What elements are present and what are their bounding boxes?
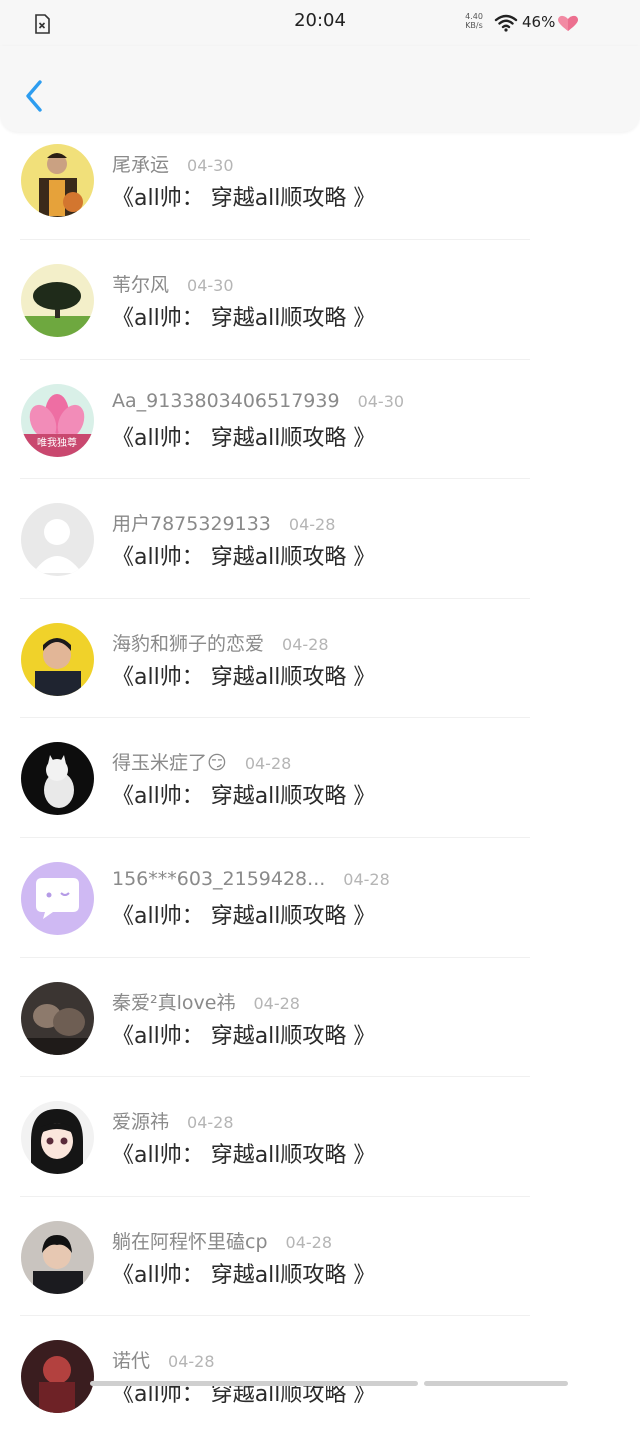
username-text: 156***603_2159428... bbox=[112, 867, 326, 890]
book-title: 《all帅： 穿越all顺攻略 》 bbox=[112, 664, 376, 690]
list-item[interactable]: 秦爱²真love祎 04-28 《all帅： 穿越all顺攻略 》 bbox=[0, 958, 640, 1078]
username-text: Aa_9133803406517939 bbox=[112, 389, 340, 412]
book-title: 《all帅： 穿越all顺攻略 》 bbox=[112, 1023, 376, 1049]
username: 尾承运 04-30 bbox=[112, 150, 234, 177]
battery-percent: 46% bbox=[522, 13, 556, 31]
home-indicator-left bbox=[90, 1381, 418, 1386]
username-text: 用户7875329133 bbox=[112, 513, 271, 536]
avatar[interactable] bbox=[21, 1101, 94, 1175]
post-date: 04-28 bbox=[288, 515, 336, 535]
back-button[interactable] bbox=[18, 76, 52, 116]
username: 诺代 04-28 bbox=[112, 1346, 215, 1373]
username: 秦爱²真love祎 04-28 bbox=[112, 988, 300, 1015]
avatar[interactable]: 唯我独尊 bbox=[21, 383, 94, 457]
list-item[interactable]: 诺代 04-28 《all帅： 穿越all顺攻略 》 bbox=[0, 1316, 640, 1436]
username: 156***603_2159428... 04-28 bbox=[112, 868, 390, 890]
post-date: 04-28 bbox=[187, 1113, 234, 1133]
username: 得玉米症了😏 04-28 bbox=[112, 748, 291, 775]
post-date: 04-30 bbox=[187, 156, 234, 175]
avatar[interactable] bbox=[21, 503, 94, 577]
wifi-icon bbox=[494, 14, 518, 32]
username: 躺在阿程怀里磕cp 04-28 bbox=[112, 1227, 332, 1254]
username-text: 尾承运 bbox=[112, 154, 170, 176]
avatar[interactable] bbox=[21, 1220, 94, 1294]
book-title: 《all帅： 穿越all顺攻略 》 bbox=[112, 903, 376, 929]
book-title: 《all帅： 穿越all顺攻略 》 bbox=[112, 784, 376, 810]
list-item[interactable]: 尾承运 04-30 《all帅： 穿越all顺攻略 》 bbox=[0, 132, 640, 240]
avatar[interactable] bbox=[21, 144, 94, 217]
post-date: 04-28 bbox=[253, 993, 300, 1013]
network-speed: 4.40 KB/s bbox=[462, 12, 486, 30]
network-speed-value: 4.40 bbox=[465, 12, 483, 21]
status-bar: 20:04 4.40 KB/s 46% bbox=[0, 0, 640, 46]
book-title: 《all帅： 穿越all顺攻略 》 bbox=[112, 306, 376, 331]
chevron-left-icon bbox=[26, 80, 42, 112]
avatar[interactable] bbox=[21, 861, 94, 935]
book-title: 《all帅： 穿越all顺攻略 》 bbox=[112, 545, 376, 571]
list-item[interactable]: 唯我独尊 Aa_9133803406517939 04-30 《all帅： 穿越a… bbox=[0, 360, 640, 480]
username: 海豹和狮子的恋爱 04-28 bbox=[112, 629, 329, 656]
username-text: 爱源祎 bbox=[112, 1111, 170, 1134]
username: Aa_9133803406517939 04-30 bbox=[112, 390, 404, 412]
list-item[interactable]: 爱源祎 04-28 《all帅： 穿越all顺攻略 》 bbox=[0, 1077, 640, 1197]
avatar-caption: 唯我独尊 bbox=[37, 436, 77, 449]
avatar[interactable] bbox=[21, 264, 94, 337]
network-speed-unit: KB/s bbox=[465, 21, 483, 30]
username: 爱源祎 04-28 bbox=[112, 1107, 234, 1134]
avatar[interactable] bbox=[21, 1340, 94, 1414]
avatar[interactable] bbox=[21, 981, 94, 1055]
username-text: 海豹和狮子的恋爱 bbox=[112, 632, 265, 655]
book-title: 《all帅： 穿越all顺攻略 》 bbox=[112, 1143, 376, 1169]
username-text: 苇尔风 bbox=[112, 274, 170, 296]
post-date: 04-30 bbox=[357, 391, 405, 411]
header-bar bbox=[0, 46, 640, 132]
username-text: 躺在阿程怀里磕cp bbox=[112, 1230, 268, 1253]
post-date: 04-28 bbox=[244, 754, 292, 774]
list-item[interactable]: 躺在阿程怀里磕cp 04-28 《all帅： 穿越all顺攻略 》 bbox=[0, 1197, 640, 1317]
post-date: 04-28 bbox=[285, 1232, 333, 1252]
list-item[interactable]: 海豹和狮子的恋爱 04-28 《all帅： 穿越all顺攻略 》 bbox=[0, 599, 640, 719]
book-title: 《all帅： 穿越all顺攻略 》 bbox=[112, 425, 376, 451]
avatar[interactable] bbox=[21, 622, 94, 696]
post-date: 04-28 bbox=[282, 634, 329, 654]
reader-list: 尾承运 04-30 《all帅： 穿越all顺攻略 》 苇尔风 04-30 《all… bbox=[0, 132, 640, 1436]
battery-heart-icon bbox=[558, 15, 578, 31]
post-date: 04-28 bbox=[343, 869, 390, 889]
username-text: 诺代 bbox=[112, 1350, 151, 1373]
username: 用户7875329133 04-28 bbox=[112, 509, 335, 536]
post-date: 04-28 bbox=[168, 1352, 215, 1372]
avatar[interactable] bbox=[21, 742, 94, 816]
list-item[interactable]: 156***603_2159428... 04-28 《all帅： 穿越all顺攻… bbox=[0, 838, 640, 958]
username: 苇尔风 04-30 bbox=[112, 270, 234, 297]
home-indicator-right bbox=[424, 1381, 568, 1386]
list-item[interactable]: 用户7875329133 04-28 《all帅： 穿越all顺攻略 》 bbox=[0, 479, 640, 599]
list-item[interactable]: 得玉米症了😏 04-28 《all帅： 穿越all顺攻略 》 bbox=[0, 718, 640, 838]
list-item[interactable]: 苇尔风 04-30 《all帅： 穿越all顺攻略 》 bbox=[0, 240, 640, 360]
username-text: 得玉米症了😏 bbox=[112, 752, 227, 775]
username-text: 秦爱²真love祎 bbox=[112, 991, 236, 1014]
book-title: 《all帅： 穿越all顺攻略 》 bbox=[112, 186, 376, 211]
book-title: 《all帅： 穿越all顺攻略 》 bbox=[112, 1262, 376, 1288]
post-date: 04-30 bbox=[187, 276, 234, 295]
